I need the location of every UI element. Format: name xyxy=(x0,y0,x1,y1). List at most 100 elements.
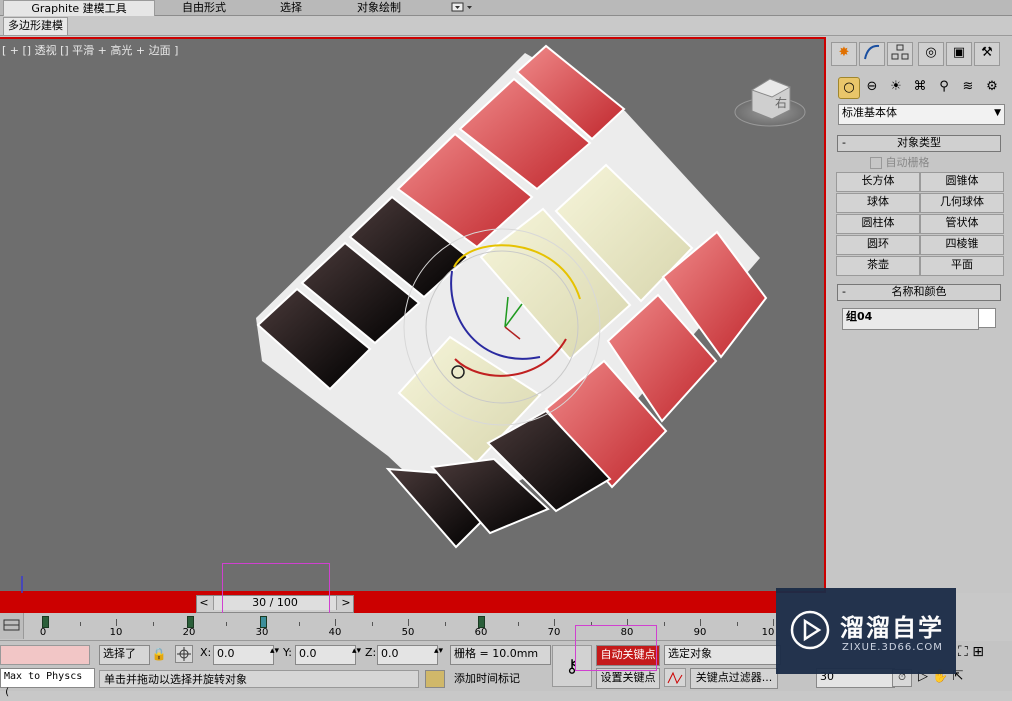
default-tangent-icon[interactable] xyxy=(664,668,686,687)
object-type-title: 对象类型 xyxy=(897,136,941,149)
systems-category-icon[interactable]: ⚙ xyxy=(982,77,1002,97)
name-color-rollout[interactable]: - 名称和颜色 xyxy=(837,284,1001,301)
track-tick xyxy=(152,622,154,626)
absolute-mode-transform-icon[interactable] xyxy=(175,645,193,663)
selection-count: 选择了 xyxy=(99,645,150,665)
sphere-button[interactable]: 球体 xyxy=(836,193,920,213)
track-tick xyxy=(773,619,774,626)
tab-selection[interactable]: 选择 xyxy=(258,0,324,16)
watermark-url: ZIXUE.3D66.COM xyxy=(842,642,943,653)
track-tick xyxy=(408,619,409,626)
tab-polygon-modeling[interactable]: 多边形建模 xyxy=(3,17,68,36)
tab-object-paint[interactable]: 对象绘制 xyxy=(336,0,422,16)
rubiks-cube-scene[interactable]: 右 xyxy=(0,39,826,595)
time-tag-icon[interactable] xyxy=(425,670,445,688)
object-type-rollout[interactable]: - 对象类型 xyxy=(837,135,1001,152)
maxscript-mini-listener[interactable] xyxy=(0,645,90,665)
play-logo-icon xyxy=(790,610,830,650)
x-coordinate-field[interactable]: 0.0 xyxy=(213,645,274,665)
primitive-type-value: 标准基本体 xyxy=(842,106,897,119)
watermark-logo: 溜溜自学 ZIXUE.3D66.COM xyxy=(776,588,956,674)
track-label: 30 xyxy=(255,627,269,638)
object-name-field[interactable]: 组04 xyxy=(842,308,979,330)
highlight-frame-auto-key xyxy=(575,625,657,671)
autogrid-checkbox[interactable]: 自动栅格 xyxy=(870,154,930,170)
track-tick xyxy=(225,622,227,626)
track-label: 20 xyxy=(182,627,196,638)
y-label: Y: xyxy=(283,646,292,659)
prompt-line: 单击并拖动以选择并旋转对象 xyxy=(99,670,419,688)
cylinder-button[interactable]: 圆柱体 xyxy=(836,214,920,234)
track-tick xyxy=(371,622,373,626)
add-time-tag[interactable]: 添加时间标记 xyxy=(450,670,546,688)
y-spinner-icon[interactable]: ▴▾ xyxy=(352,646,361,656)
geometry-category-icon[interactable]: ○ xyxy=(838,77,860,99)
x-spinner-icon[interactable]: ▴▾ xyxy=(270,646,279,656)
z-label: Z: xyxy=(365,646,377,659)
modify-tab-icon[interactable] xyxy=(859,42,885,66)
tab-freeform[interactable]: 自由形式 xyxy=(162,0,246,16)
plane-button[interactable]: 平面 xyxy=(920,256,1004,276)
object-color-swatch[interactable] xyxy=(978,308,996,328)
track-tick xyxy=(116,619,117,626)
display-tab-icon[interactable]: ▣ xyxy=(946,42,972,66)
spacewarps-category-icon[interactable]: ≋ xyxy=(958,77,978,97)
set-key-button[interactable]: 设置关键点 xyxy=(596,668,660,689)
track-label: 90 xyxy=(693,627,707,638)
track-label: 0 xyxy=(39,627,47,638)
z-coordinate-field[interactable]: 0.0 xyxy=(377,645,438,665)
z-spinner-icon[interactable]: ▴▾ xyxy=(434,646,443,656)
lights-category-icon[interactable]: ☀ xyxy=(886,77,906,97)
command-panel: ✸ ◎ ▣ ⚒ ○ ⊖ ☀ ⌘ ⚲ ≋ ⚙ 标准基本体 ▼ - 对象类型 自动栅… xyxy=(828,37,1012,593)
track-label: 10 xyxy=(109,627,123,638)
collapse-icon: - xyxy=(842,285,846,298)
track-tick xyxy=(663,622,665,626)
track-label: 40 xyxy=(328,627,342,638)
track-label: 70 xyxy=(547,627,561,638)
cone-button[interactable]: 圆锥体 xyxy=(920,172,1004,192)
tube-button[interactable]: 管状体 xyxy=(920,214,1004,234)
teapot-button[interactable]: 茶壶 xyxy=(836,256,920,276)
create-tab-icon[interactable]: ✸ xyxy=(831,42,857,66)
mini-curve-editor-icon[interactable] xyxy=(0,613,24,639)
time-slider-prev-button[interactable]: < xyxy=(197,596,211,610)
watermark-title: 溜溜自学 xyxy=(840,614,944,642)
track-tick xyxy=(444,622,446,626)
ribbon-bar: Graphite 建模工具 自由形式 选择 对象绘制 xyxy=(0,0,1012,17)
ribbon-options-dropdown-icon[interactable] xyxy=(448,0,476,16)
viewcube[interactable]: 右 xyxy=(734,78,806,127)
y-coordinate-field[interactable]: 0.0 xyxy=(295,645,356,665)
key-mode-dropdown[interactable]: 选定对象 xyxy=(664,645,781,665)
autogrid-label: 自动栅格 xyxy=(885,156,930,169)
viewcube-face-label: 右 xyxy=(775,95,787,110)
utilities-tab-icon[interactable]: ⚒ xyxy=(974,42,1000,66)
hierarchy-tab-icon[interactable] xyxy=(887,42,913,66)
box-button[interactable]: 长方体 xyxy=(836,172,920,192)
torus-button[interactable]: 圆环 xyxy=(836,235,920,255)
primitive-type-dropdown[interactable]: 标准基本体 ▼ xyxy=(838,104,1005,125)
track-label: 50 xyxy=(401,627,415,638)
cameras-category-icon[interactable]: ⌘ xyxy=(910,77,930,97)
zoom-extents-icons[interactable]: ⛶ ⊞ xyxy=(958,644,984,660)
collapse-icon: - xyxy=(842,136,846,149)
motion-tab-icon[interactable]: ◎ xyxy=(918,42,944,66)
track-tick xyxy=(554,619,555,626)
track-tick xyxy=(736,622,738,626)
track-tick xyxy=(700,619,701,626)
name-color-title: 名称和颜色 xyxy=(891,285,947,298)
track-bar[interactable]: 0 10 20 30 40 50 60 70 80 90 10 xyxy=(0,613,776,641)
track-label: 60 xyxy=(474,627,488,638)
tab-graphite-modeling[interactable]: Graphite 建模工具 xyxy=(3,0,155,17)
time-slider-next-button[interactable]: > xyxy=(339,596,353,610)
time-slider-bar: < 30 / 100 > xyxy=(0,593,776,613)
geosphere-button[interactable]: 几何球体 xyxy=(920,193,1004,213)
key-filters-button[interactable]: 关键点过滤器... xyxy=(690,668,778,689)
perspective-viewport[interactable]: [ + [] 透视 [] 平滑 + 高光 + 边面 ] 右 xyxy=(0,37,826,595)
shapes-category-icon[interactable]: ⊖ xyxy=(862,77,882,97)
chevron-down-icon: ▼ xyxy=(994,108,1001,118)
x-label: X: xyxy=(200,646,212,659)
maxscript-listener[interactable]: Max to Physcs ( xyxy=(0,668,95,698)
pyramid-button[interactable]: 四棱锥 xyxy=(920,235,1004,255)
helpers-category-icon[interactable]: ⚲ xyxy=(934,77,954,97)
lock-selection-icon[interactable]: 🔒 xyxy=(150,645,168,663)
